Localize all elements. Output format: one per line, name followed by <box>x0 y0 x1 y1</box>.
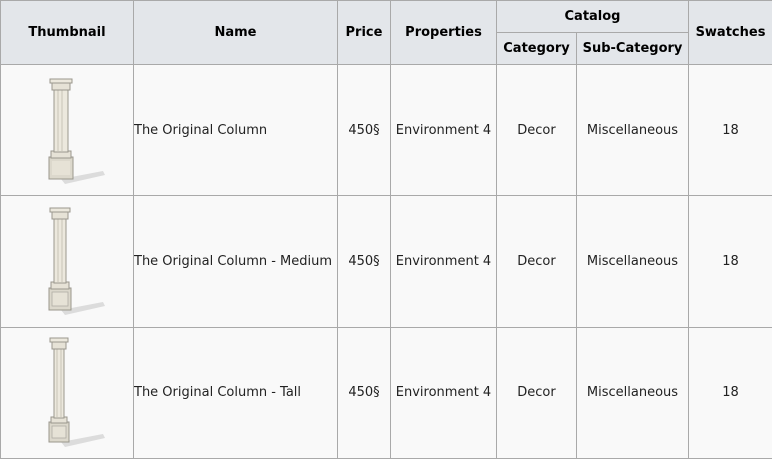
item-name: The Original Column - Medium <box>133 195 338 328</box>
item-sub-category: Miscellaneous <box>576 63 689 197</box>
thumbnail-cell <box>0 195 134 328</box>
item-properties: Environment 4 <box>390 195 497 328</box>
header-price: Price <box>337 0 391 65</box>
column-short-icon <box>48 78 105 185</box>
header-catalog: Catalog <box>496 0 689 33</box>
header-thumbnail: Thumbnail <box>0 0 134 65</box>
header-sub-category: Sub-Category <box>576 32 689 65</box>
header-name: Name <box>133 0 338 65</box>
table-row: The Original Column - Tall 450§ Environm… <box>0 326 772 459</box>
item-name: The Original Column - Tall <box>133 326 338 459</box>
table-body: The Original Column 450§ Environment 4 D… <box>0 63 772 459</box>
header-swatches: Swatches <box>688 0 772 65</box>
item-price: 450§ <box>337 63 391 197</box>
item-swatches: 18 <box>688 326 772 459</box>
column-medium-icon <box>48 207 105 316</box>
item-sub-category: Miscellaneous <box>576 326 689 459</box>
column-tall-icon <box>48 337 105 447</box>
header-row-top: Thumbnail Name Price Properties Catalog … <box>0 0 772 65</box>
item-price: 450§ <box>337 195 391 328</box>
item-category: Decor <box>496 195 577 328</box>
item-category: Decor <box>496 326 577 459</box>
thumbnail-cell <box>0 326 134 459</box>
item-name: The Original Column <box>133 63 338 197</box>
thumbnail-cell <box>0 63 134 197</box>
table-row: The Original Column 450§ Environment 4 D… <box>0 63 772 197</box>
item-swatches: 18 <box>688 195 772 328</box>
item-category: Decor <box>496 63 577 197</box>
item-swatches: 18 <box>688 63 772 197</box>
header-category: Category <box>496 32 577 65</box>
item-sub-category: Miscellaneous <box>576 195 689 328</box>
table-header: Thumbnail Name Price Properties Catalog … <box>0 0 772 65</box>
item-price: 450§ <box>337 326 391 459</box>
header-properties: Properties <box>390 0 497 65</box>
item-properties: Environment 4 <box>390 63 497 197</box>
catalog-table: Thumbnail Name Price Properties Catalog … <box>0 0 772 459</box>
table-row: The Original Column - Medium 450§ Enviro… <box>0 195 772 328</box>
item-properties: Environment 4 <box>390 326 497 459</box>
